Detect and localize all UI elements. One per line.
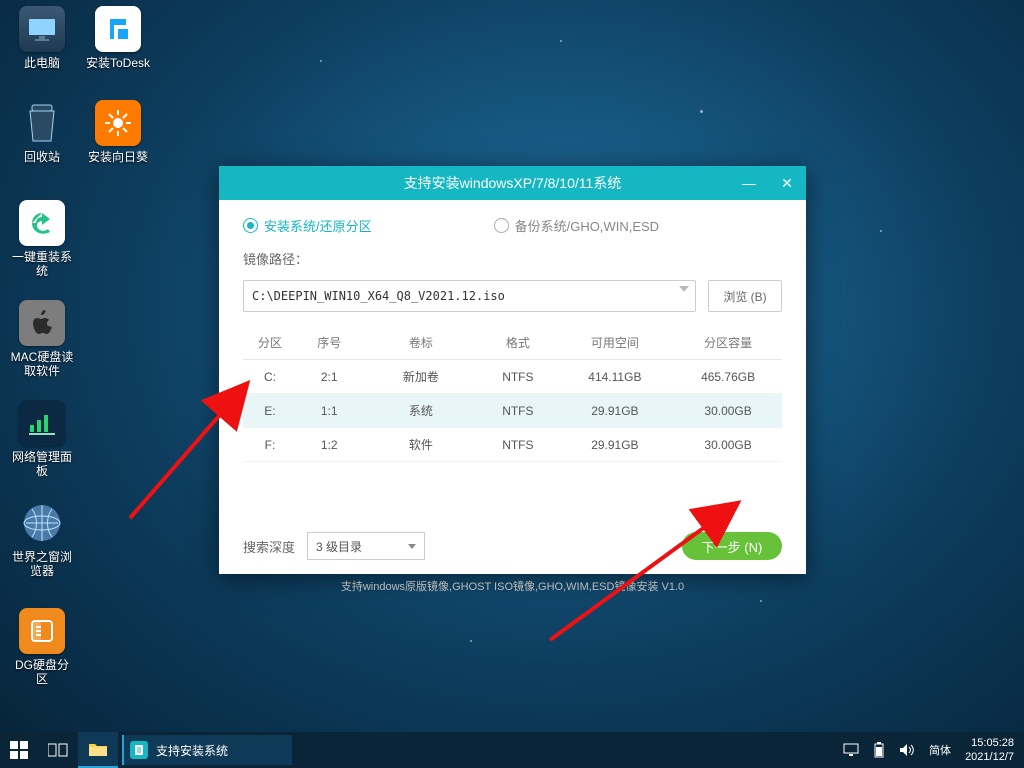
taskbar-app-title: 支持安装系统	[156, 742, 228, 759]
taskbar: 支持安装系统 简体 15:05:28 2021/12/7	[0, 732, 1024, 768]
install-dialog: 支持安装windowsXP/7/8/10/11系统 — ✕ 安装系统/还原分区 …	[219, 166, 806, 574]
windows-icon	[10, 741, 28, 759]
desktop-icon-recycle[interactable]: 回收站	[10, 100, 74, 164]
explorer-button[interactable]	[78, 732, 118, 768]
table-row[interactable]: F:1:2软件NTFS29.91GB30.00GB	[243, 428, 782, 462]
globe-icon	[20, 501, 64, 545]
radio-install-label: 安装系统/还原分区	[264, 216, 372, 235]
start-button[interactable]	[0, 732, 38, 768]
recycle-bin-icon	[22, 101, 62, 145]
ime-indicator[interactable]: 简体	[929, 742, 951, 758]
sunflower-icon	[104, 109, 132, 137]
dialog-titlebar[interactable]: 支持安装windowsXP/7/8/10/11系统 — ✕	[219, 166, 806, 200]
taskbar-clock[interactable]: 15:05:28 2021/12/7	[965, 736, 1014, 764]
table-row[interactable]: C:2:1新加卷NTFS414.11GB465.76GB	[243, 360, 782, 394]
apple-icon	[31, 310, 53, 336]
reinstall-icon	[28, 209, 56, 237]
clock-date: 2021/12/7	[965, 750, 1014, 764]
radio-backup[interactable]	[494, 218, 509, 233]
bars-icon	[27, 411, 57, 435]
image-path-dropdown[interactable]: C:\DEEPIN_WIN10_X64_Q8_V2021.12.iso	[243, 280, 696, 312]
search-depth-label: 搜索深度	[243, 537, 295, 556]
desktop-icon-reinstall[interactable]: 一键重装系统	[10, 200, 74, 278]
chevron-down-icon	[408, 544, 416, 549]
taskview-icon	[48, 742, 68, 758]
image-path-label: 镜像路径：	[243, 249, 782, 268]
taskbar-app-installer[interactable]: 支持安装系统	[122, 735, 292, 765]
dialog-footer: 支持windows原版镜像,GHOST ISO镜像,GHO,WIM,ESD镜像安…	[243, 578, 782, 594]
search-depth-select[interactable]: 3 级目录	[307, 532, 425, 560]
battery-icon[interactable]	[873, 742, 885, 758]
radio-install[interactable]	[243, 218, 258, 233]
partition-icon	[28, 617, 56, 645]
monitor-icon[interactable]	[843, 743, 859, 757]
partition-table: 分区 序号 卷标 格式 可用空间 分区容量 C:2:1新加卷NTFS414.11…	[243, 326, 782, 462]
taskview-button[interactable]	[38, 732, 78, 768]
browse-button[interactable]: 浏览 (B)	[708, 280, 782, 312]
next-button[interactable]: 下一步 (N)	[682, 532, 782, 560]
system-tray: 简体 15:05:28 2021/12/7	[833, 736, 1024, 764]
close-button[interactable]: ✕	[768, 166, 806, 200]
desktop-icon-mac-reader[interactable]: MAC硬盘读取软件	[10, 300, 74, 378]
minimize-button[interactable]: —	[730, 166, 768, 200]
desktop-icon-sunlogin[interactable]: 安装向日葵	[86, 100, 150, 164]
volume-icon[interactable]	[899, 743, 915, 757]
desktop-icon-this-pc[interactable]: 此电脑	[10, 6, 74, 70]
radio-backup-label: 备份系统/GHO,WIN,ESD	[515, 216, 659, 235]
dialog-title: 支持安装windowsXP/7/8/10/11系统	[404, 173, 622, 193]
pc-icon	[27, 17, 57, 41]
clock-time: 15:05:28	[971, 736, 1014, 750]
chevron-down-icon	[679, 286, 689, 292]
app-icon	[130, 741, 148, 759]
desktop-icon-net-panel[interactable]: 网络管理面板	[10, 400, 74, 478]
todesk-icon	[104, 15, 132, 43]
desktop-icon-dg[interactable]: DG硬盘分区	[10, 608, 74, 686]
table-row[interactable]: E:1:1系统NTFS29.91GB30.00GB	[243, 394, 782, 428]
desktop-icon-browser[interactable]: 世界之窗浏览器	[10, 500, 74, 578]
desktop-icon-todesk[interactable]: 安装ToDesk	[86, 6, 150, 70]
desktop: 此电脑 安装ToDesk 回收站 安装向日葵 一键重装系统 MAC硬盘读取软件 …	[0, 0, 1024, 768]
image-path-value: C:\DEEPIN_WIN10_X64_Q8_V2021.12.iso	[252, 289, 505, 303]
folder-icon	[88, 741, 108, 757]
